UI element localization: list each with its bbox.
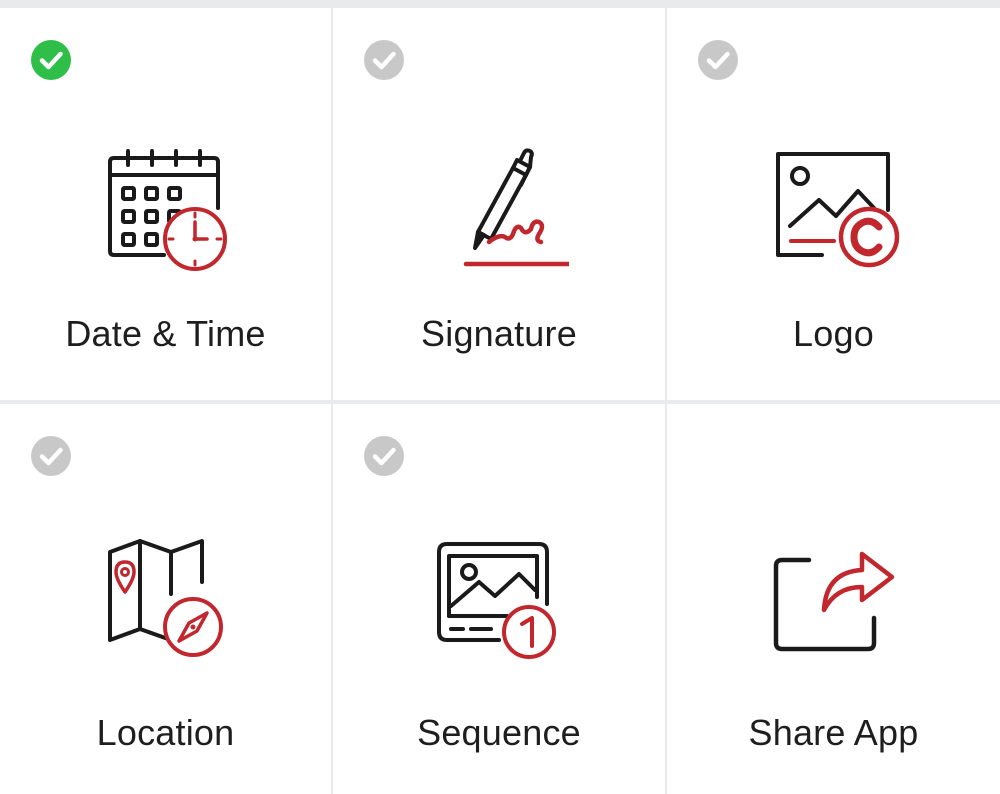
share-icon: [773, 551, 894, 652]
tile-date-time[interactable]: Date & Time: [0, 8, 331, 400]
tile-location[interactable]: Location: [0, 404, 331, 794]
tile-label: Logo: [793, 313, 874, 354]
tile-share-app[interactable]: Share App: [667, 404, 1000, 794]
map-compass-icon: [107, 539, 223, 657]
tile-label: Share App: [748, 712, 919, 753]
tile-logo[interactable]: Logo: [667, 8, 1000, 400]
tile-label: Sequence: [417, 712, 581, 753]
image-number-icon: [437, 542, 556, 659]
calendar-clock-icon: [107, 149, 227, 271]
tile-label: Date & Time: [65, 313, 266, 354]
image-copyright-icon: [775, 152, 899, 268]
check-unselected-icon[interactable]: [364, 436, 404, 476]
pen-signature-icon: [463, 148, 569, 267]
tile-sequence[interactable]: Sequence: [333, 404, 665, 794]
tile-signature[interactable]: Signature: [333, 8, 665, 400]
tile-label: Location: [96, 712, 235, 753]
feature-grid: Date & Time Signature Logo Location Sequ…: [0, 8, 1000, 794]
check-unselected-icon[interactable]: [31, 436, 71, 476]
check-selected-icon[interactable]: [31, 40, 71, 80]
tile-label: Signature: [421, 313, 577, 354]
check-unselected-icon[interactable]: [364, 40, 404, 80]
check-unselected-icon[interactable]: [698, 40, 738, 80]
